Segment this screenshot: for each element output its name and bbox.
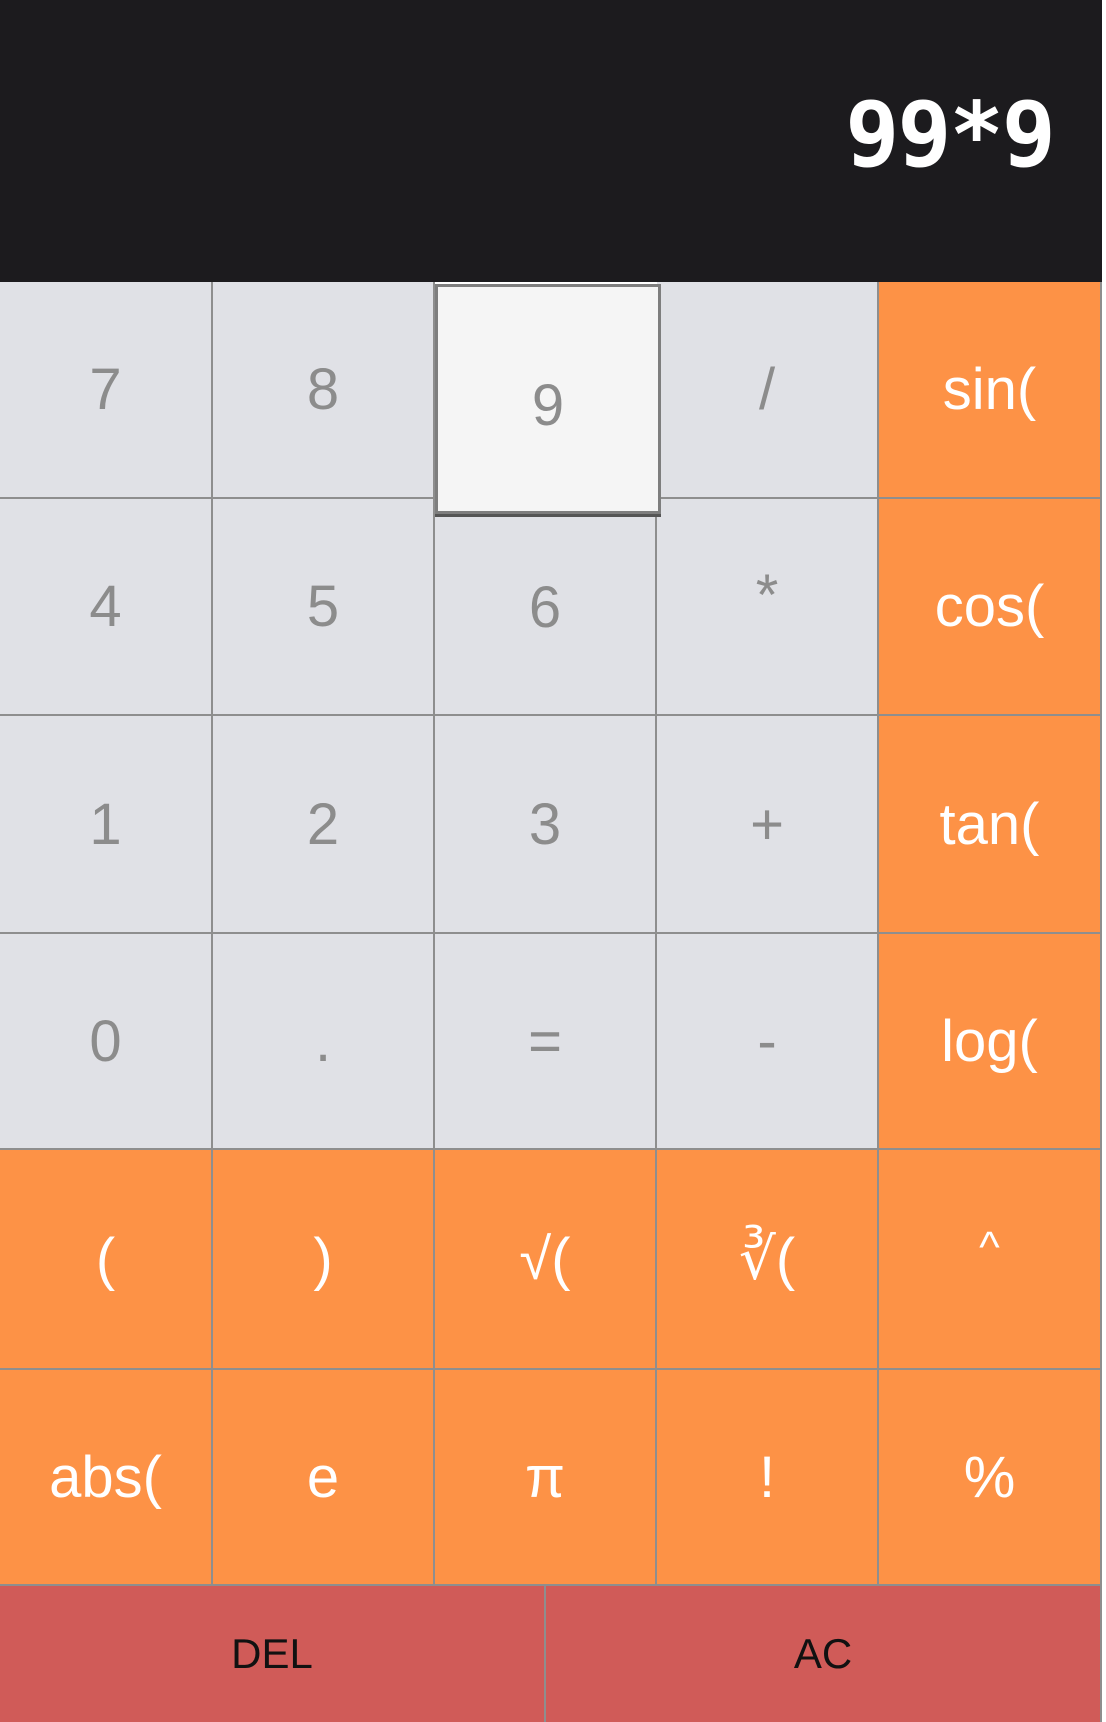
key-label: log(	[941, 1008, 1038, 1074]
key-equals[interactable]: =	[435, 934, 657, 1150]
key-3[interactable]: 3	[435, 716, 657, 934]
key-close-paren[interactable]: )	[213, 1150, 435, 1370]
key-multiply[interactable]: *	[657, 499, 879, 716]
key-label: -	[757, 1008, 777, 1074]
right-edge	[1102, 0, 1106, 1722]
key-plus[interactable]: +	[657, 716, 879, 934]
calculator-app: 99*9 7 8 9 / sin( 4 5 6 * cos( 1 2 3 + t…	[0, 0, 1106, 1722]
key-6[interactable]: 6	[435, 516, 657, 716]
key-abs[interactable]: abs(	[0, 1370, 213, 1586]
key-label: ∛(	[738, 1227, 796, 1292]
key-label: tan(	[939, 791, 1040, 857]
key-label: !	[758, 1444, 776, 1510]
key-power[interactable]: ^	[879, 1150, 1102, 1370]
key-label: e	[306, 1444, 340, 1510]
key-label: 9	[531, 372, 565, 438]
key-label: 6	[528, 574, 562, 640]
key-label: abs(	[49, 1444, 162, 1510]
key-cos[interactable]: cos(	[879, 499, 1102, 716]
key-8[interactable]: 8	[213, 282, 435, 499]
key-factorial[interactable]: !	[657, 1370, 879, 1586]
ac-label: AC	[793, 1630, 853, 1677]
display-panel: 99*9	[0, 0, 1102, 282]
key-divide[interactable]: /	[657, 282, 879, 499]
key-e[interactable]: e	[213, 1370, 435, 1586]
keypad: 7 8 9 / sin( 4 5 6 * cos( 1 2 3 + tan( 0…	[0, 282, 1102, 1722]
key-label: 7	[89, 357, 122, 422]
key-label: 8	[306, 357, 340, 422]
key-7[interactable]: 7	[0, 282, 213, 499]
key-label: 4	[89, 574, 122, 639]
key-minus[interactable]: -	[657, 934, 879, 1150]
key-label: π	[524, 1444, 566, 1510]
key-label: ^	[979, 1223, 1000, 1272]
expression-display: 99*9	[845, 83, 1056, 188]
key-cbrt[interactable]: ∛(	[657, 1150, 879, 1370]
key-label: *	[755, 563, 779, 628]
key-sin[interactable]: sin(	[879, 282, 1102, 499]
key-label: (	[95, 1226, 116, 1292]
key-label: 0	[89, 1008, 122, 1074]
key-tan[interactable]: tan(	[879, 716, 1102, 934]
key-label: sin(	[942, 357, 1037, 422]
key-2[interactable]: 2	[213, 716, 435, 934]
key-open-paren[interactable]: (	[0, 1150, 213, 1370]
key-label: 5	[306, 574, 340, 639]
key-label: =	[528, 1008, 562, 1074]
del-button[interactable]: DEL	[0, 1586, 546, 1722]
key-decimal[interactable]: .	[213, 934, 435, 1150]
key-sqrt[interactable]: √(	[435, 1150, 657, 1370]
key-0[interactable]: 0	[0, 934, 213, 1150]
key-label: /	[758, 357, 776, 422]
key-label: %	[963, 1444, 1016, 1510]
key-label: 2	[306, 791, 340, 857]
key-pi[interactable]: π	[435, 1370, 657, 1586]
key-label: +	[750, 791, 784, 857]
key-label: cos(	[934, 574, 1045, 639]
del-label: DEL	[231, 1630, 313, 1677]
key-label: √(	[519, 1226, 571, 1292]
key-4[interactable]: 4	[0, 499, 213, 716]
key-log[interactable]: log(	[879, 934, 1102, 1150]
key-percent[interactable]: %	[879, 1370, 1102, 1586]
key-label: )	[313, 1226, 333, 1292]
key-label: 3	[528, 791, 562, 857]
ac-button[interactable]: AC	[546, 1586, 1102, 1722]
key-1[interactable]: 1	[0, 716, 213, 934]
key-9[interactable]: 9	[435, 284, 661, 514]
key-label: .	[314, 1008, 332, 1074]
key-5[interactable]: 5	[213, 499, 435, 716]
key-label: 1	[89, 791, 122, 857]
